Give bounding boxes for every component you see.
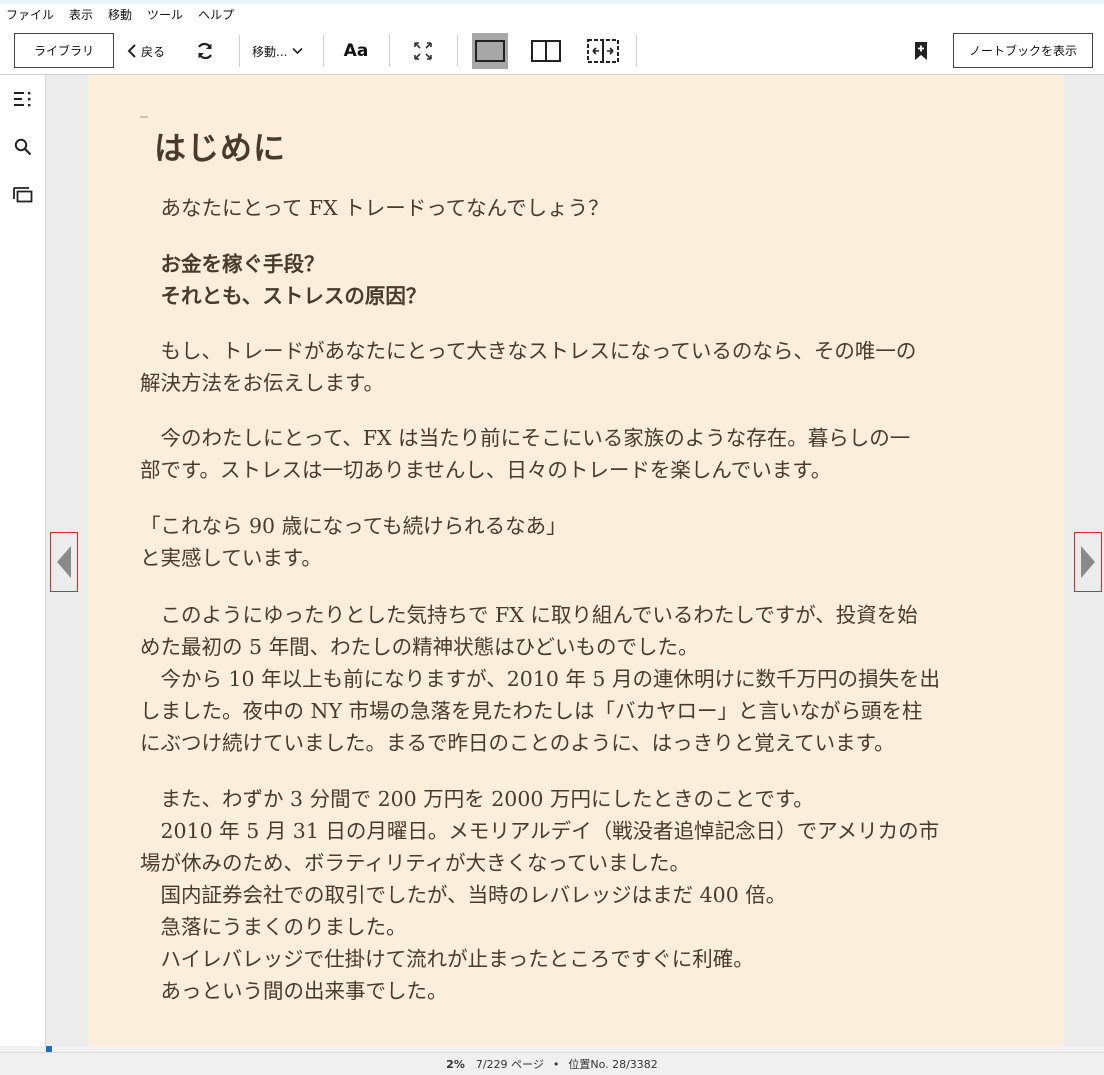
two-page-view-button[interactable] (528, 36, 564, 66)
single-page-view-button[interactable] (472, 33, 508, 69)
paragraph: 「これなら 90 歳になっても続けられるなあ」 と実感しています。 (140, 510, 1020, 574)
menu-view[interactable]: 表示 (62, 4, 101, 26)
paragraph: このようにゆったりとした気持ちで FX に取り組んでいるわたしですが、投資を始 … (140, 599, 1020, 759)
toolbar-divider (239, 35, 240, 67)
fullscreen-button[interactable] (410, 36, 436, 66)
refresh-icon (198, 42, 212, 60)
fullscreen-icon (414, 42, 432, 60)
page-mark (140, 116, 148, 118)
scroll-view-button[interactable] (585, 36, 621, 66)
menu-file[interactable]: ファイル (0, 4, 62, 26)
back-label: 戻る (141, 44, 166, 59)
add-bookmark-button[interactable] (911, 38, 931, 64)
text-line: ハイレバレッジで仕掛けて流れが止まったところですぐに利確。 (140, 947, 754, 971)
triangle-left-icon (57, 546, 71, 578)
chevron-down-icon (292, 47, 304, 55)
text-line: あっという間の出来事でした。 (140, 979, 448, 1003)
paragraph: あなたにとって FX トレードってなんでしょう？ (140, 192, 1020, 224)
sync-button[interactable] (192, 36, 218, 66)
bookmark-add-icon (915, 42, 927, 60)
status-separator: • (552, 1057, 560, 1071)
table-of-contents-icon (14, 92, 31, 107)
text-line: もし、トレードがあなたにとって大きなストレスになっているのなら、その唯一の (140, 339, 917, 363)
status-bar: 2% 7/229 ページ • 位置No. 28/3382 (0, 1052, 1104, 1075)
goto-label: 移動... (252, 44, 288, 59)
location-indicator: 位置No. 28/3382 (568, 1058, 658, 1071)
book-page: はじめに あなたにとって FX トレードってなんでしょう？ お金を稼ぐ手段？ そ… (88, 75, 1064, 1046)
text-line: 解決方法をお伝えします。 (140, 371, 384, 395)
library-button[interactable]: ライブラリ (14, 33, 114, 68)
text-line: 今のわたしにとって、FX は当たり前にそこにいる家族のような存在。暮らしの一 (140, 426, 911, 450)
previous-page-button[interactable] (50, 532, 78, 592)
paragraph: 今のわたしにとって、FX は当たり前にそこにいる家族のような存在。暮らしの一 部… (140, 422, 1020, 486)
back-button[interactable]: 戻る (127, 36, 165, 66)
chevron-left-icon (127, 44, 136, 58)
toolbar-divider (636, 35, 637, 67)
paragraph: お金を稼ぐ手段？ それとも、ストレスの原因？ (140, 248, 1020, 312)
font-settings-button[interactable]: Aa (342, 36, 370, 66)
single-page-icon (475, 40, 505, 62)
text-line: 国内証券会社での取引でしたが、当時のレバレッジはまだ 400 倍。 (140, 883, 787, 907)
notebook-label: ノートブックを表示 (968, 44, 1077, 58)
text-line: 場が休みのため、ボラティリティが大きくなっていました。 (140, 851, 691, 875)
paragraph: もし、トレードがあなたにとって大きなストレスになっているのなら、その唯一の 解決… (140, 335, 1020, 399)
triangle-right-icon (1081, 546, 1095, 578)
flashcards-button[interactable] (12, 184, 34, 206)
toolbar-divider (389, 35, 390, 67)
text-line: 「これなら 90 歳になっても続けられるなあ」 (140, 514, 567, 538)
text-line: 急落にうまくのりました。 (140, 915, 407, 939)
text-line: めた最初の 5 年間、わたしの精神状態はひどいものでした。 (140, 635, 699, 659)
show-notebook-button[interactable]: ノートブックを表示 (953, 33, 1093, 68)
scroll-view-icon (587, 39, 619, 63)
toc-button[interactable] (12, 88, 34, 110)
search-icon (14, 138, 32, 156)
menu-go[interactable]: 移動 (101, 4, 140, 26)
reading-area: はじめに あなたにとって FX トレードってなんでしょう？ お金を稼ぐ手段？ そ… (46, 75, 1104, 1046)
menu-help[interactable]: ヘルプ (191, 4, 242, 26)
chapter-heading: はじめに (154, 129, 287, 167)
search-button[interactable] (12, 136, 34, 158)
goto-dropdown[interactable]: 移動... (252, 36, 304, 66)
page-indicator: 7/229 ページ (475, 1058, 544, 1071)
text-line: お金を稼ぐ手段？ (140, 252, 325, 276)
toolbar-divider (457, 35, 458, 67)
toolbar: ライブラリ 戻る 移動... Aa ノートブックを表示 (0, 26, 1104, 75)
menu-tools[interactable]: ツール (140, 4, 191, 26)
text-line: しました。夜中の NY 市場の急落を見たわたしは「バカヤロー」と言いながら頭を柱 (140, 699, 923, 723)
library-label: ライブラリ (33, 44, 94, 58)
side-panel (0, 75, 46, 1052)
text-line: にぶつけ続けていました。まるで昨日のことのように、はっきりと覚えています。 (140, 731, 895, 755)
text-line: と実感しています。 (140, 546, 322, 570)
text-line: あなたにとって FX トレードってなんでしょう？ (140, 196, 609, 220)
two-page-icon (531, 40, 561, 62)
text-line: このようにゆったりとした気持ちで FX に取り組んでいるわたしですが、投資を始 (140, 603, 918, 627)
font-settings-label: Aa (343, 41, 369, 61)
paragraph: また、わずか 3 分間で 200 万円を 2000 万円にしたときのことです。 … (140, 783, 1020, 1007)
flashcards-icon (13, 187, 33, 203)
text-line: それとも、ストレスの原因？ (140, 284, 427, 308)
progress-percent: 2% (446, 1057, 465, 1071)
text-line: 今から 10 年以上も前になりますが、2010 年 5 月の連休明けに数千万円の… (140, 667, 940, 691)
toolbar-divider (323, 35, 324, 67)
next-page-button[interactable] (1074, 532, 1102, 592)
text-line: また、わずか 3 分間で 200 万円を 2000 万円にしたときのことです。 (140, 787, 814, 811)
text-line: 2010 年 5 月 31 日の月曜日。メモリアルデイ（戦没者追悼記念日）でアメ… (140, 819, 940, 843)
text-line: 部です。ストレスは一切ありませんし、日々のトレードを楽しんでいます。 (140, 458, 832, 482)
menu-bar: ファイル 表示 移動 ツール ヘルプ (0, 4, 1104, 26)
